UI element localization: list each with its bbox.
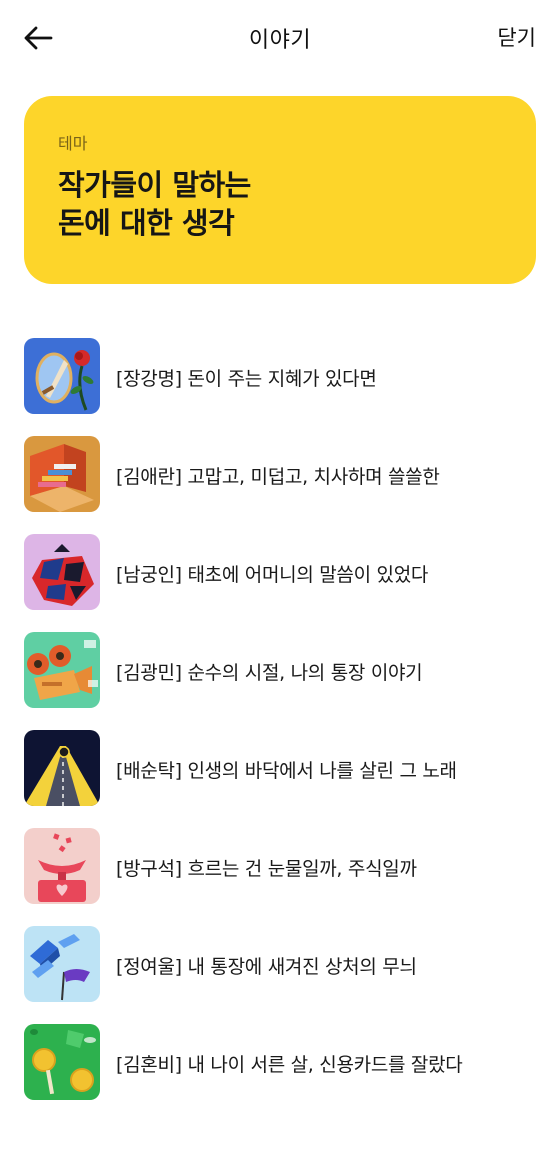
- story-title: [장강명] 돈이 주는 지혜가 있다면: [116, 368, 377, 390]
- story-item[interactable]: [방구석] 흐르는 건 눈물일까, 주식일까: [24, 828, 536, 904]
- story-thumbnail: [24, 338, 100, 414]
- story-thumbnail: [24, 534, 100, 610]
- banner-title-line1: 작가들이 말하는: [58, 168, 251, 202]
- story-thumbnail: [24, 730, 100, 806]
- story-thumbnail: [24, 436, 100, 512]
- story-thumbnail: [24, 1024, 100, 1100]
- story-item[interactable]: [김혼비] 내 나이 서른 살, 신용카드를 잘랐다: [24, 1024, 536, 1100]
- story-list: [장강명] 돈이 주는 지혜가 있다면 [김애란] 고맙고, 미덥고, 치사하며…: [24, 338, 536, 1122]
- theme-banner[interactable]: 테마 작가들이 말하는 돈에 대한 생각: [24, 96, 536, 284]
- story-item[interactable]: [장강명] 돈이 주는 지혜가 있다면: [24, 338, 536, 414]
- story-title: [김광민] 순수의 시절, 나의 통장 이야기: [116, 662, 423, 684]
- story-title: [방구석] 흐르는 건 눈물일까, 주식일까: [116, 858, 417, 880]
- story-thumbnail: [24, 926, 100, 1002]
- story-item[interactable]: [김애란] 고맙고, 미덥고, 치사하며 쓸쓸한: [24, 436, 536, 512]
- story-title: [김애란] 고맙고, 미덥고, 치사하며 쓸쓸한: [116, 466, 440, 488]
- story-title: [정여울] 내 통장에 새겨진 상처의 무늬: [116, 956, 417, 978]
- story-item[interactable]: [정여울] 내 통장에 새겨진 상처의 무늬: [24, 926, 536, 1002]
- banner-title: 작가들이 말하는 돈에 대한 생각: [58, 166, 536, 242]
- story-thumbnail: [24, 828, 100, 904]
- story-thumbnail: [24, 632, 100, 708]
- story-title: [김혼비] 내 나이 서른 살, 신용카드를 잘랐다: [116, 1054, 463, 1076]
- story-item[interactable]: [김광민] 순수의 시절, 나의 통장 이야기: [24, 632, 536, 708]
- story-title: [남궁인] 태초에 어머니의 말씀이 있었다: [116, 564, 429, 586]
- banner-title-line2: 돈에 대한 생각: [58, 206, 235, 240]
- app-header: 이야기 닫기: [0, 0, 560, 76]
- story-title: [배순탁] 인생의 바닥에서 나를 살린 그 노래: [116, 760, 457, 782]
- story-item[interactable]: [남궁인] 태초에 어머니의 말씀이 있었다: [24, 534, 536, 610]
- page-title: 이야기: [248, 28, 312, 53]
- banner-label: 테마: [58, 134, 88, 153]
- story-item[interactable]: [배순탁] 인생의 바닥에서 나를 살린 그 노래: [24, 730, 536, 806]
- close-button[interactable]: 닫기: [497, 22, 536, 52]
